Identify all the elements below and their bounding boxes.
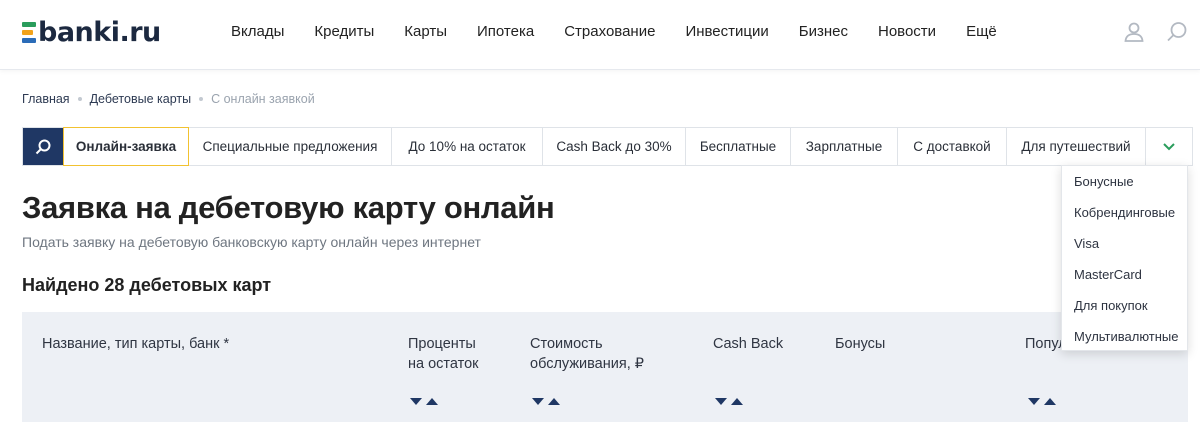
tab-salary[interactable]: Зарплатные	[791, 128, 898, 165]
nav-item-news[interactable]: Новости	[878, 22, 936, 42]
logo-text: banki.ru	[38, 16, 161, 48]
sort-asc-icon	[1044, 398, 1056, 405]
sort-desc-icon	[1028, 398, 1040, 405]
sort-interest-control[interactable]	[410, 398, 440, 408]
breadcrumb-current: С онлайн заявкой	[211, 92, 315, 106]
nav-item-investments[interactable]: Инвестиции	[685, 22, 768, 42]
column-header-interest: Проценты на остаток	[408, 336, 479, 372]
column-header-service-cost: Стоимость обслуживания, ₽	[530, 336, 644, 372]
sort-cashback-control[interactable]	[715, 398, 745, 408]
dropdown-item-visa[interactable]: Visa	[1062, 232, 1187, 263]
sort-desc-icon	[532, 398, 544, 405]
tab-special-offers[interactable]: Специальные предложения	[189, 128, 392, 165]
column-header-name: Название, тип карты, банк *	[42, 336, 230, 352]
chevron-down-icon	[1163, 142, 1175, 150]
dropdown-item-mastercard[interactable]: MasterCard	[1062, 263, 1187, 294]
breadcrumb: Главная Дебетовые карты С онлайн заявкой	[22, 92, 315, 106]
column-header-bonuses: Бонусы	[835, 336, 886, 352]
page-title: Заявка на дебетовую карту онлайн	[22, 190, 555, 225]
main-nav: Вклады Кредиты Карты Ипотека Страхование…	[216, 22, 1012, 42]
dropdown-item-cobranding[interactable]: Кобрендинговые	[1062, 201, 1187, 232]
column-header-cashback: Cash Back	[713, 336, 784, 352]
nav-item-business[interactable]: Бизнес	[799, 22, 848, 42]
nav-item-deposits[interactable]: Вклады	[231, 22, 284, 42]
breadcrumb-home[interactable]: Главная	[22, 92, 70, 106]
user-icon[interactable]	[1122, 20, 1146, 44]
tab-interest-on-balance[interactable]: До 10% на остаток	[392, 128, 543, 165]
results-count: Найдено 28 дебетовых карт	[22, 275, 272, 295]
tab-travel[interactable]: Для путешествий	[1007, 128, 1146, 165]
nav-item-more[interactable]: Ещё	[966, 22, 997, 42]
sort-service-cost-control[interactable]	[532, 398, 562, 408]
breadcrumb-debit-cards[interactable]: Дебетовые карты	[90, 92, 192, 106]
nav-item-mortgage[interactable]: Ипотека	[477, 22, 534, 42]
dropdown-item-shopping[interactable]: Для покупок	[1062, 294, 1187, 325]
nav-item-credits[interactable]: Кредиты	[314, 22, 374, 42]
cards-table-header: Название, тип карты, банк * Проценты на …	[22, 312, 1188, 422]
logo-mark-icon	[22, 20, 36, 44]
tab-cashback[interactable]: Cash Back до 30%	[543, 128, 686, 165]
tab-free[interactable]: Бесплатные	[686, 128, 791, 165]
breadcrumb-separator	[199, 97, 204, 101]
site-header: banki.ru Вклады Кредиты Карты Ипотека Ст…	[0, 0, 1200, 70]
page-subtitle: Подать заявку на дебетовую банковскую ка…	[22, 234, 481, 250]
nav-item-cards[interactable]: Карты	[404, 22, 447, 42]
sort-asc-icon	[731, 398, 743, 405]
tab-delivery[interactable]: С доставкой	[898, 128, 1007, 165]
nav-item-insurance[interactable]: Страхование	[564, 22, 655, 42]
more-filters-dropdown: Бонусные Кобрендинговые Visa MasterCard …	[1061, 165, 1188, 351]
banki-logo[interactable]: banki.ru	[22, 16, 161, 48]
filter-tabs: Онлайн-заявка Специальные предложения До…	[22, 127, 1193, 166]
search-icon	[35, 139, 51, 154]
sort-desc-icon	[715, 398, 727, 405]
dropdown-item-bonus[interactable]: Бонусные	[1062, 170, 1187, 201]
dropdown-item-multicurrency[interactable]: Мультивалютные	[1062, 325, 1187, 356]
search-icon[interactable]	[1165, 20, 1189, 44]
tab-online-application[interactable]: Онлайн-заявка	[63, 127, 189, 166]
breadcrumb-separator	[77, 97, 82, 101]
sort-asc-icon	[548, 398, 560, 405]
more-filters-toggle[interactable]	[1146, 128, 1192, 165]
sort-popularity-control[interactable]	[1028, 398, 1058, 408]
filter-search-button[interactable]	[23, 128, 63, 165]
sort-desc-icon	[410, 398, 422, 405]
sort-asc-icon	[426, 398, 438, 405]
